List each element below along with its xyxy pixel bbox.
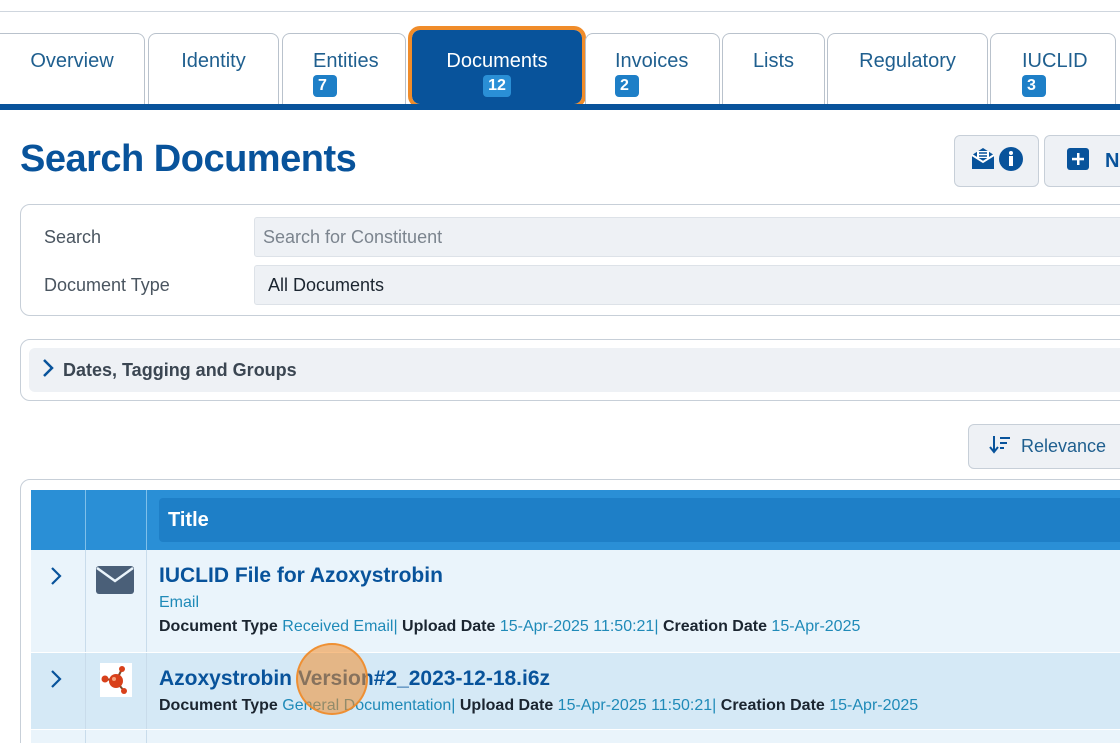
document-type-label: Document Type: [159, 618, 278, 635]
column-divider: [146, 490, 147, 550]
title-column-header[interactable]: Title: [159, 498, 1120, 542]
dates-tagging-groups-panel: Dates, Tagging and Groups: [20, 339, 1120, 401]
tab-label: Identity: [181, 50, 246, 72]
molecule-icon: [100, 663, 132, 702]
count-badge: 12: [483, 75, 511, 97]
column-divider: [146, 730, 147, 743]
tabs-underline: [0, 104, 1120, 110]
creation-date-value: 15-Apr-2025: [771, 618, 861, 635]
expand-row-chevron-icon[interactable]: [49, 669, 63, 694]
tab-label: Entities: [313, 50, 379, 72]
tab-regulatory[interactable]: Regulatory: [827, 33, 988, 105]
document-title-link[interactable]: Azoxystrobin Version#2_2023-12-18.i6z: [159, 667, 550, 691]
tab-documents[interactable]: Documents 12: [408, 26, 586, 108]
column-divider: [85, 730, 86, 743]
document-type-label: Document Type: [44, 275, 170, 295]
new-document-button[interactable]: N: [1044, 135, 1120, 187]
chevron-right-icon: [41, 358, 55, 383]
meta-separator: |: [654, 618, 659, 635]
table-row[interactable]: [31, 730, 1120, 743]
tab-label: IUCLID: [1022, 50, 1088, 72]
upload-date-label: Upload Date: [402, 618, 496, 635]
new-button-label: N: [1105, 149, 1120, 172]
count-badge: 2: [615, 75, 639, 97]
tab-label: Overview: [30, 50, 114, 72]
document-subtitle: Email: [159, 594, 200, 611]
count-badge: 3: [1022, 75, 1046, 97]
tab-label: Documents: [446, 50, 548, 72]
creation-date-label: Creation Date: [720, 697, 825, 714]
email-info-button[interactable]: [954, 135, 1039, 187]
table-row[interactable]: IUCLID File for Azoxystrobin Email Docum…: [31, 550, 1120, 652]
top-search-bar[interactable]: [0, 0, 1120, 12]
page-title: Search Documents: [20, 138, 357, 180]
sort-label: Relevance: [1021, 436, 1107, 456]
document-type-select[interactable]: All Documents: [254, 265, 1120, 305]
tab-entities[interactable]: Entities 7: [282, 33, 406, 105]
dates-tagging-groups-toggle[interactable]: Dates, Tagging and Groups: [29, 348, 1120, 392]
tab-label: Invoices: [615, 50, 689, 72]
search-panel: Search Document Type All Documents: [20, 204, 1120, 316]
document-meta: Document Type Received Email| Upload Dat…: [159, 618, 860, 636]
tab-label: Lists: [752, 50, 795, 72]
column-divider: [146, 550, 147, 652]
tab-identity[interactable]: Identity: [148, 33, 279, 105]
sort-descending-icon: [989, 434, 1021, 459]
meta-separator: |: [451, 697, 456, 714]
document-type-value: General Documentation: [282, 697, 452, 714]
upload-date-label: Upload Date: [459, 697, 554, 714]
search-label: Search: [44, 227, 102, 247]
dates-tagging-groups-label: Dates, Tagging and Groups: [63, 359, 297, 380]
upload-date-value: 15-Apr-2025 11:50:21: [557, 697, 713, 714]
tab-iuclid[interactable]: IUCLID 3: [990, 33, 1116, 105]
tab-bar: Overview Identity Entities 7 Documents 1…: [0, 26, 1120, 108]
document-type-label: Document Type: [159, 697, 278, 714]
sort-relevance-button[interactable]: Relevance: [968, 424, 1120, 469]
upload-date-value: 15-Apr-2025 11:50:21: [499, 618, 655, 635]
document-type-value: Received Email: [282, 618, 394, 635]
column-divider: [85, 550, 86, 652]
search-input[interactable]: [254, 217, 1120, 257]
expand-row-chevron-icon[interactable]: [49, 566, 63, 591]
document-title-link[interactable]: IUCLID File for Azoxystrobin: [159, 564, 443, 588]
tab-lists[interactable]: Lists: [722, 33, 825, 105]
tab-label: Regulatory: [859, 50, 956, 72]
creation-date-value: 15-Apr-2025: [829, 697, 919, 714]
column-divider: [146, 653, 147, 729]
column-divider: [85, 653, 86, 729]
table-header: Title: [31, 490, 1120, 550]
tab-invoices[interactable]: Invoices 2: [585, 33, 720, 105]
envelope-info-icon: [968, 145, 1026, 178]
meta-separator: |: [712, 697, 717, 714]
tab-overview[interactable]: Overview: [0, 33, 145, 105]
meta-separator: |: [393, 618, 398, 635]
count-badge: 7: [313, 75, 337, 97]
plus-icon: [1067, 147, 1089, 175]
documents-table: Title IUCLID File for Azoxystrobin Email…: [20, 479, 1120, 743]
envelope-icon: [96, 566, 134, 599]
document-meta: Document Type General Documentation| Upl…: [159, 697, 918, 715]
table-row[interactable]: Azoxystrobin Version#2_2023-12-18.i6z Do…: [31, 653, 1120, 729]
column-divider: [85, 490, 86, 550]
creation-date-label: Creation Date: [662, 618, 767, 635]
